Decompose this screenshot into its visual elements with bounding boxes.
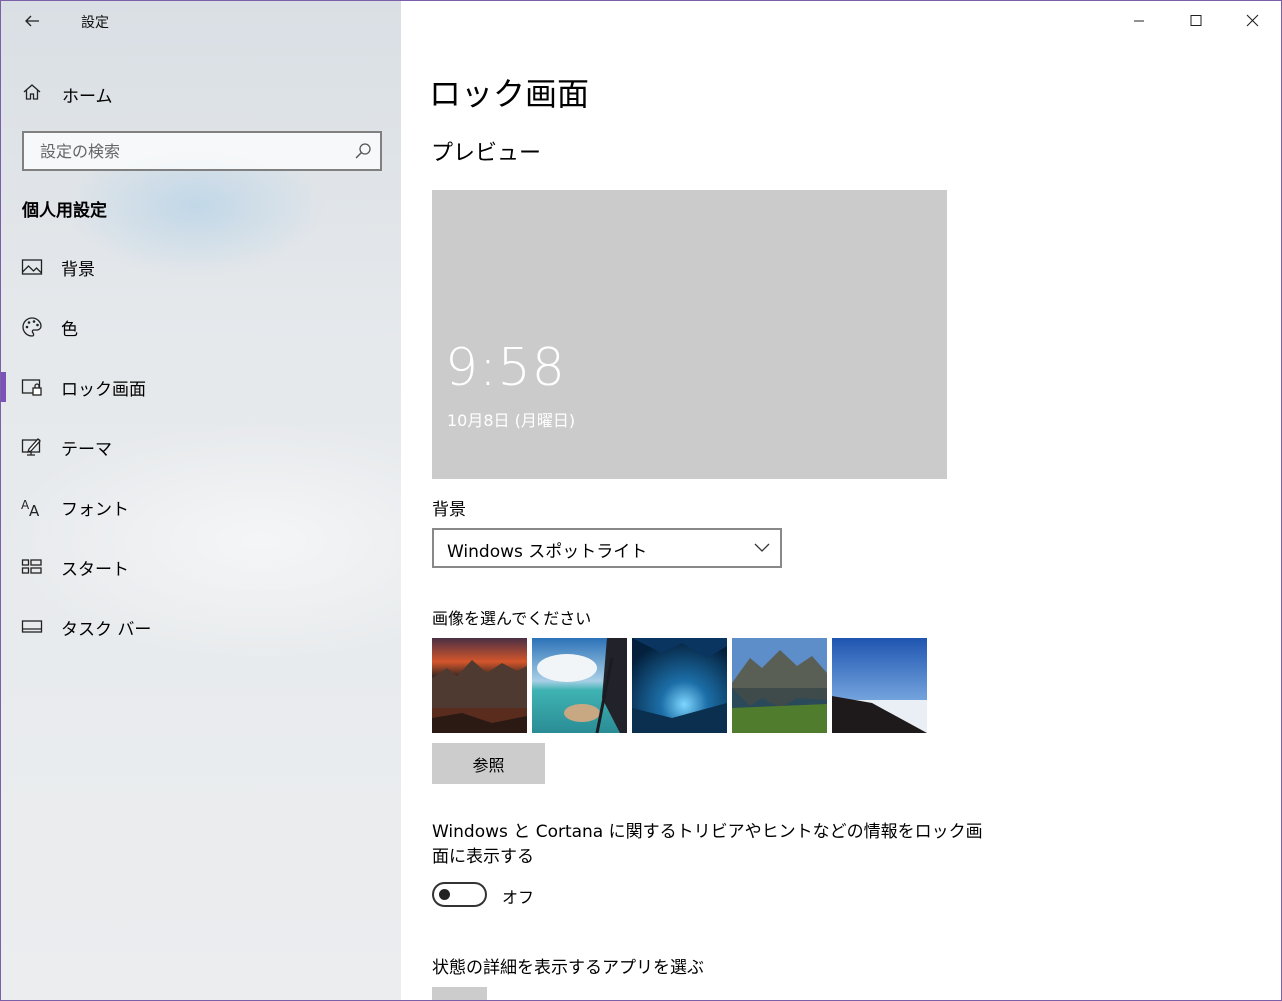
search-icon[interactable]: [354, 142, 372, 160]
sidebar: 設定 ホーム 個人用設定 背景 色 ロック画面: [1, 1, 401, 1000]
active-indicator: [1, 372, 6, 402]
thumbnail-sunset-rocks[interactable]: [432, 638, 527, 733]
status-app-button[interactable]: [432, 987, 487, 1000]
back-arrow-icon: [25, 15, 39, 27]
sidebar-item-label: 色: [61, 320, 78, 340]
maximize-button[interactable]: [1167, 1, 1224, 41]
sidebar-item-taskbar[interactable]: タスク バー: [1, 597, 401, 657]
settings-window: 設定 ホーム 個人用設定 背景 色 ロック画面: [0, 0, 1282, 1001]
palette-icon: [22, 317, 42, 337]
preview-date: 10月8日 (月曜日): [447, 411, 576, 430]
start-icon: [21, 559, 42, 574]
thumbnail-mountain-lake[interactable]: [732, 638, 827, 733]
nav-home-label: ホーム: [62, 87, 113, 107]
lock-screen-icon: [21, 379, 42, 396]
sidebar-item-background[interactable]: 背景: [1, 237, 401, 297]
sidebar-item-start[interactable]: スタート: [1, 537, 401, 597]
thumbnail-ice-cave-image: [632, 638, 727, 733]
minimize-button[interactable]: [1110, 1, 1167, 41]
font-icon: AA: [21, 498, 40, 518]
thumbnail-mountain-lake-image: [732, 638, 827, 733]
sidebar-item-label: ロック画面: [61, 380, 146, 400]
choose-picture-label: 画像を選んでください: [432, 609, 592, 628]
picture-icon: [21, 259, 43, 275]
thumbnail-lagoon-image: [532, 638, 627, 733]
status-apps-label: 状態の詳細を表示するアプリを選ぶ: [432, 958, 704, 978]
cortana-tips-description: Windows と Cortana に関するトリビアやヒントなどの情報をロック画…: [432, 822, 983, 867]
sidebar-item-label: テーマ: [61, 440, 112, 460]
sidebar-item-theme[interactable]: テーマ: [1, 417, 401, 477]
thumbnail-sunset-rocks-image: [432, 638, 527, 733]
search-input[interactable]: [38, 139, 342, 163]
page-title: ロック画面: [429, 75, 590, 113]
toggle-state-label: オフ: [502, 888, 535, 907]
thumbnail-hillside-sky[interactable]: [832, 638, 927, 733]
lock-screen-preview: 9:58 10月8日 (月曜日): [432, 190, 947, 479]
cortana-tips-toggle[interactable]: [432, 882, 487, 907]
background-label: 背景: [432, 500, 466, 520]
thumbnail-hillside-sky-image: [832, 638, 927, 733]
nav-home[interactable]: ホーム: [1, 73, 401, 113]
search-box[interactable]: [22, 131, 382, 171]
sidebar-item-label: スタート: [61, 560, 129, 580]
minimize-icon: [1134, 20, 1144, 22]
thumbnail-lagoon[interactable]: [532, 638, 627, 733]
close-button[interactable]: [1224, 1, 1281, 41]
sidebar-item-lock-screen[interactable]: ロック画面: [1, 357, 401, 417]
background-dropdown-value: Windows スポットライト: [447, 542, 648, 562]
thumbnail-ice-cave[interactable]: [632, 638, 727, 733]
preview-time: 9:58: [445, 338, 566, 398]
background-dropdown[interactable]: Windows スポットライト: [432, 528, 782, 568]
theme-icon: [21, 438, 41, 456]
svg-text:A: A: [29, 502, 40, 518]
back-button[interactable]: [19, 9, 45, 33]
toggle-knob: [439, 889, 450, 900]
home-icon: [23, 84, 41, 100]
sidebar-item-color[interactable]: 色: [1, 297, 401, 357]
app-title: 設定: [81, 15, 109, 31]
maximize-icon: [1190, 15, 1202, 26]
nav-list: 背景 色 ロック画面 テーマ AA フォント スタート タスク バー: [1, 237, 401, 657]
picture-thumbnails: [432, 638, 927, 733]
taskbar-icon: [21, 620, 43, 633]
sidebar-item-font[interactable]: AA フォント: [1, 477, 401, 537]
preview-title: プレビュー: [431, 141, 542, 166]
sidebar-item-label: タスク バー: [61, 620, 152, 640]
main-content: ロック画面 プレビュー 9:58 10月8日 (月曜日) 背景 Windows …: [401, 1, 1281, 1000]
section-title: 個人用設定: [22, 201, 107, 221]
sidebar-item-label: フォント: [61, 500, 129, 520]
close-icon: [1246, 14, 1259, 27]
browse-button[interactable]: 参照: [432, 743, 545, 784]
chevron-down-icon: [754, 543, 770, 552]
sidebar-item-label: 背景: [61, 260, 95, 280]
